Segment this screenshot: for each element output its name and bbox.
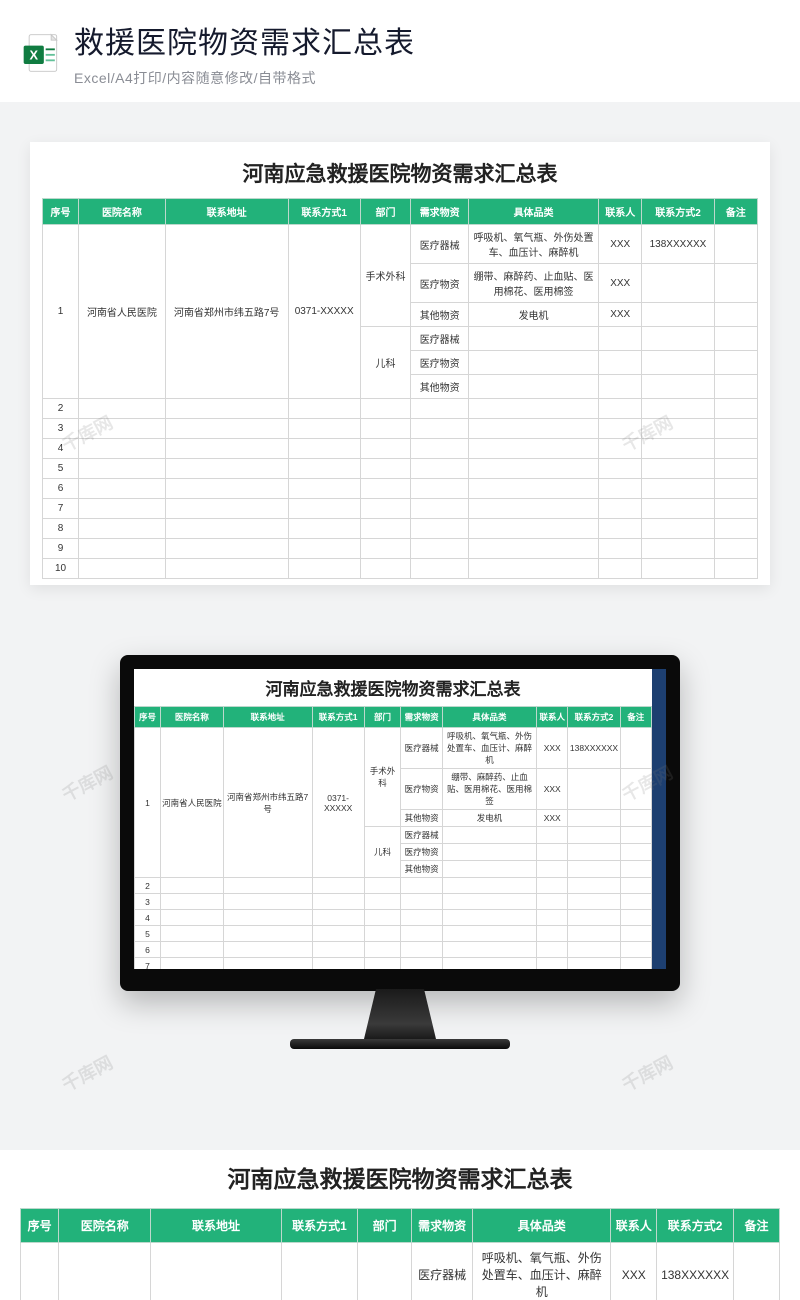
bottom-strip-preview: 河南应急救援医院物资需求汇总表 序号 医院名称 联系地址 联系方式1 部门 需求… [0,1150,800,1300]
cell-supply: 其他物资 [411,303,469,327]
cell-category: 绷带、麻醉药、止血贴、医用棉花、医用棉签 [469,264,599,303]
cell-address: 河南省郑州市纬五路7号 [165,225,288,399]
monitor-frame: 河南应急救援医院物资需求汇总表 序号 医院名称 联系地址 联系方式1 部门 需求… [120,655,680,991]
table-row: 2 [43,399,758,419]
cell-contact: XXX [599,303,642,327]
table-row: 4 [135,910,652,926]
sheet-preview-card: 河南应急救援医院物资需求汇总表 序号 医院名称 联系地址 联系方式1 部门 需求… [30,142,770,585]
spreadsheet-table: 序号 医院名称 联系地址 联系方式1 部门 需求物资 具体品类 联系人 联系方式… [42,198,758,579]
col-contact: 联系人 [599,199,642,225]
cell-phone2 [642,303,714,327]
table-row: 3 [135,894,652,910]
table-row: 10 [43,559,758,579]
cell-note [714,225,757,264]
cell-category: 呼吸机、氧气瓶、外伤处置车、血压计、麻醉机 [469,225,599,264]
col-address: 联系地址 [165,199,288,225]
cell-category: 发电机 [469,303,599,327]
monitor-mockup: 河南应急救援医院物资需求汇总表 序号 医院名称 联系地址 联系方式1 部门 需求… [120,655,680,1049]
monitor-base [290,1039,510,1049]
cell-note [714,303,757,327]
table-row: 8 [43,519,758,539]
cell-contact: XXX [599,264,642,303]
table-row: 4 [43,439,758,459]
header-row: 序号 医院名称 联系地址 联系方式1 部门 需求物资 具体品类 联系人 联系方式… [43,199,758,225]
cell-supply: 医疗物资 [411,351,469,375]
spreadsheet-table: 序号 医院名称 联系地址 联系方式1 部门 需求物资 具体品类 联系人 联系方式… [20,1208,780,1300]
col-phone2: 联系方式2 [642,199,714,225]
header-row: 序号 医院名称 联系地址 联系方式1 部门 需求物资 具体品类 联系人 联系方式… [135,707,652,728]
table-row: 7 [135,958,652,970]
table-row: 9 [43,539,758,559]
cell-seq: 1 [43,225,79,399]
table-row: 5 [43,459,758,479]
table-row: 6 [135,942,652,958]
table-row: 6 [43,479,758,499]
page-title: 救援医院物资需求汇总表 [74,18,780,62]
excel-icon: X [20,31,64,75]
watermark: 千库网 [617,1049,677,1097]
col-note: 备注 [714,199,757,225]
monitor-screen: 河南应急救援医院物资需求汇总表 序号 医院名称 联系地址 联系方式1 部门 需求… [134,669,666,969]
cell-phone2: 138XXXXXX [642,225,714,264]
cell-supply: 医疗器械 [411,225,469,264]
title-block: 救援医院物资需求汇总表 Excel/A4打印/内容随意修改/自带格式 [74,18,780,88]
spreadsheet-table: 序号 医院名称 联系地址 联系方式1 部门 需求物资 具体品类 联系人 联系方式… [134,706,652,969]
col-dept: 部门 [360,199,411,225]
table-row: 3 [43,419,758,439]
page-subtitle: Excel/A4打印/内容随意修改/自带格式 [74,68,780,88]
table-row: 5 [135,926,652,942]
table-row: 7 [43,499,758,519]
cell-phone2 [642,264,714,303]
col-hospital: 医院名称 [79,199,166,225]
cell-supply: 其他物资 [411,375,469,399]
table-row: 1 河南省人民医院 河南省郑州市纬五路7号 0371-XXXXX 手术外科 医疗… [135,728,652,769]
cell-contact: XXX [599,225,642,264]
col-phone1: 联系方式1 [288,199,360,225]
col-supply: 需求物资 [411,199,469,225]
header-row: 序号 医院名称 联系地址 联系方式1 部门 需求物资 具体品类 联系人 联系方式… [21,1209,780,1243]
cell-dept: 手术外科 [360,225,411,327]
cell-supply: 医疗器械 [411,327,469,351]
sheet-title: 河南应急救援医院物资需求汇总表 [20,1160,780,1208]
svg-text:X: X [29,47,38,62]
monitor-stand [340,989,460,1039]
sheet-title: 河南应急救援医院物资需求汇总表 [134,669,652,706]
col-category: 具体品类 [469,199,599,225]
cell-hospital: 河南省人民医院 [79,225,166,399]
watermark: 千库网 [57,759,117,807]
cell-phone1: 0371-XXXXX [288,225,360,399]
page-header: X 救援医院物资需求汇总表 Excel/A4打印/内容随意修改/自带格式 [0,0,800,102]
cell-dept: 儿科 [360,327,411,399]
table-row: 2 [135,878,652,894]
cell-supply: 医疗物资 [411,264,469,303]
col-seq: 序号 [43,199,79,225]
cell-note [714,264,757,303]
table-row: 医疗器械 呼吸机、氧气瓶、外伤处置车、血压计、麻醉机 XXX 138XXXXXX [21,1243,780,1300]
table-body: 1 河南省人民医院 河南省郑州市纬五路7号 0371-XXXXX 手术外科 医疗… [43,225,758,579]
table-row: 1 河南省人民医院 河南省郑州市纬五路7号 0371-XXXXX 手术外科 医疗… [43,225,758,264]
watermark: 千库网 [57,1049,117,1097]
sheet-title: 河南应急救援医院物资需求汇总表 [42,154,758,198]
